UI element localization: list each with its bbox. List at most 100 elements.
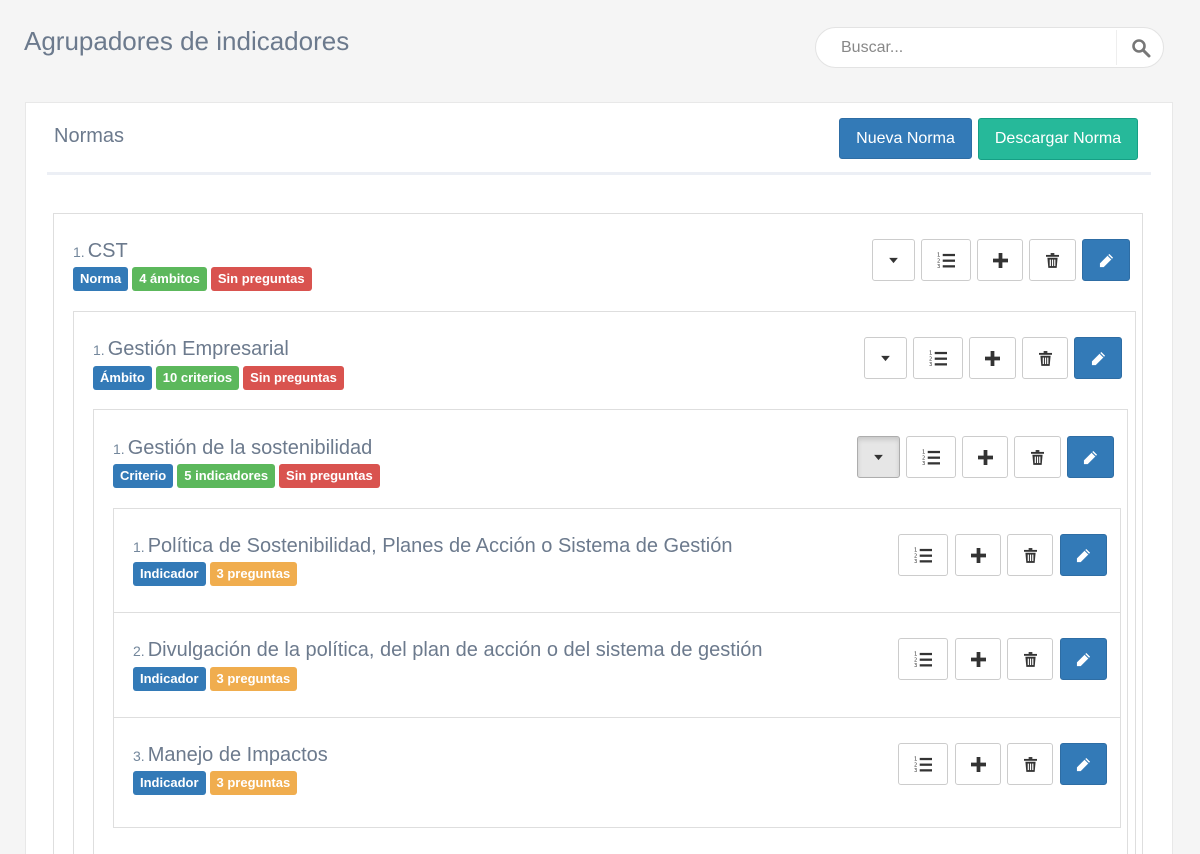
type-badge: Indicador [133, 771, 206, 795]
add-button[interactable] [955, 638, 1001, 680]
trash-icon [1046, 253, 1059, 268]
pencil-icon [1099, 253, 1114, 268]
plus-icon [971, 757, 986, 772]
delete-button[interactable] [1007, 638, 1053, 680]
order-button[interactable] [898, 638, 948, 680]
new-norm-button[interactable]: Nueva Norma [839, 118, 972, 159]
trash-icon [1039, 351, 1052, 366]
delete-button[interactable] [1007, 743, 1053, 785]
trash-icon [1024, 652, 1037, 667]
collapse-button[interactable] [872, 239, 915, 281]
item-badges: Indicador 3 preguntas [133, 562, 298, 586]
item-title-text: Manejo de Impactos [147, 744, 328, 766]
questions-badge: 3 preguntas [209, 667, 298, 691]
delete-button[interactable] [1022, 337, 1068, 379]
item-number: 1. [133, 539, 145, 555]
add-button[interactable] [962, 436, 1008, 478]
caret-down-icon [888, 257, 899, 264]
ordered-list-icon [914, 756, 933, 773]
type-badge: Ámbito [93, 366, 152, 390]
type-badge: Indicador [133, 562, 206, 586]
add-button[interactable] [955, 534, 1001, 576]
item-number: 3. [133, 748, 145, 764]
item-number: 1. [93, 342, 105, 358]
pencil-icon [1076, 757, 1091, 772]
collapse-button[interactable] [857, 436, 900, 478]
ordered-list-icon [929, 350, 948, 367]
plus-icon [985, 351, 1000, 366]
edit-button[interactable] [1060, 534, 1107, 576]
pencil-icon [1083, 450, 1098, 465]
item-badges: Criterio 5 indicadores Sin preguntas [113, 464, 380, 488]
count-badge: 5 indicadores [177, 464, 276, 488]
trash-icon [1031, 450, 1044, 465]
order-button[interactable] [906, 436, 956, 478]
count-badge: 4 ámbitos [132, 267, 207, 291]
indicator-title[interactable]: 2. Divulgación de la política, del plan d… [133, 639, 763, 662]
questions-badge: 3 preguntas [209, 562, 298, 586]
questions-badge: Sin preguntas [210, 267, 312, 291]
plus-icon [971, 652, 986, 667]
search-box [815, 27, 1164, 68]
type-badge: Indicador [133, 667, 206, 691]
row-divider [114, 717, 1120, 718]
count-badge: 10 criterios [155, 366, 240, 390]
plus-icon [971, 548, 986, 563]
trash-icon [1024, 757, 1037, 772]
item-number: 1. [73, 244, 85, 260]
search-input[interactable] [816, 28, 1116, 67]
ordered-list-icon [914, 547, 933, 564]
type-badge: Norma [73, 267, 129, 291]
ambito-title[interactable]: 1. Gestión Empresarial [93, 338, 289, 361]
edit-button[interactable] [1082, 239, 1130, 281]
order-button[interactable] [913, 337, 963, 379]
type-badge: Criterio [113, 464, 174, 488]
page-title: Agrupadores de indicadores [24, 26, 350, 56]
item-badges: Ámbito 10 criterios Sin preguntas [93, 366, 344, 390]
questions-badge: 3 preguntas [209, 771, 298, 795]
item-badges: Norma 4 ámbitos Sin preguntas [73, 267, 312, 291]
order-button[interactable] [921, 239, 971, 281]
order-button[interactable] [898, 534, 948, 576]
search-icon[interactable] [1131, 38, 1151, 58]
item-title-text: Gestión Empresarial [107, 338, 289, 360]
trash-icon [1024, 548, 1037, 563]
item-badges: Indicador 3 preguntas [133, 667, 298, 691]
pencil-icon [1076, 548, 1091, 563]
criterio-title[interactable]: 1. Gestión de la sostenibilidad [113, 437, 372, 460]
download-norm-button[interactable]: Descargar Norma [978, 118, 1138, 160]
delete-button[interactable] [1014, 436, 1061, 478]
panel-title: Normas [54, 125, 125, 147]
pencil-icon [1091, 351, 1106, 366]
collapse-button[interactable] [864, 337, 907, 379]
edit-button[interactable] [1060, 743, 1107, 785]
add-button[interactable] [955, 743, 1001, 785]
row-divider [114, 612, 1120, 613]
indicator-title[interactable]: 1. Política de Sostenibilidad, Planes de … [133, 535, 732, 558]
item-title-text: Política de Sostenibilidad, Planes de Ac… [147, 535, 733, 557]
delete-button[interactable] [1007, 534, 1053, 576]
item-number: 2. [133, 643, 145, 659]
panel-divider [47, 172, 1151, 175]
edit-button[interactable] [1067, 436, 1114, 478]
pencil-icon [1076, 652, 1091, 667]
item-badges: Indicador 3 preguntas [133, 771, 298, 795]
questions-badge: Sin preguntas [279, 464, 380, 488]
ordered-list-icon [914, 651, 933, 668]
ordered-list-icon [937, 252, 956, 269]
item-number: 1. [113, 441, 125, 457]
norm-title[interactable]: 1. CST [73, 240, 128, 263]
add-button[interactable] [977, 239, 1023, 281]
item-title-text: Gestión de la sostenibilidad [127, 437, 373, 459]
indicator-title[interactable]: 3. Manejo de Impactos [133, 744, 328, 767]
search-divider [1116, 30, 1117, 65]
edit-button[interactable] [1060, 638, 1107, 680]
add-button[interactable] [969, 337, 1016, 379]
plus-icon [993, 253, 1008, 268]
order-button[interactable] [898, 743, 948, 785]
delete-button[interactable] [1029, 239, 1076, 281]
ordered-list-icon [922, 449, 941, 466]
questions-badge: Sin preguntas [243, 366, 344, 390]
plus-icon [978, 450, 993, 465]
edit-button[interactable] [1074, 337, 1122, 379]
